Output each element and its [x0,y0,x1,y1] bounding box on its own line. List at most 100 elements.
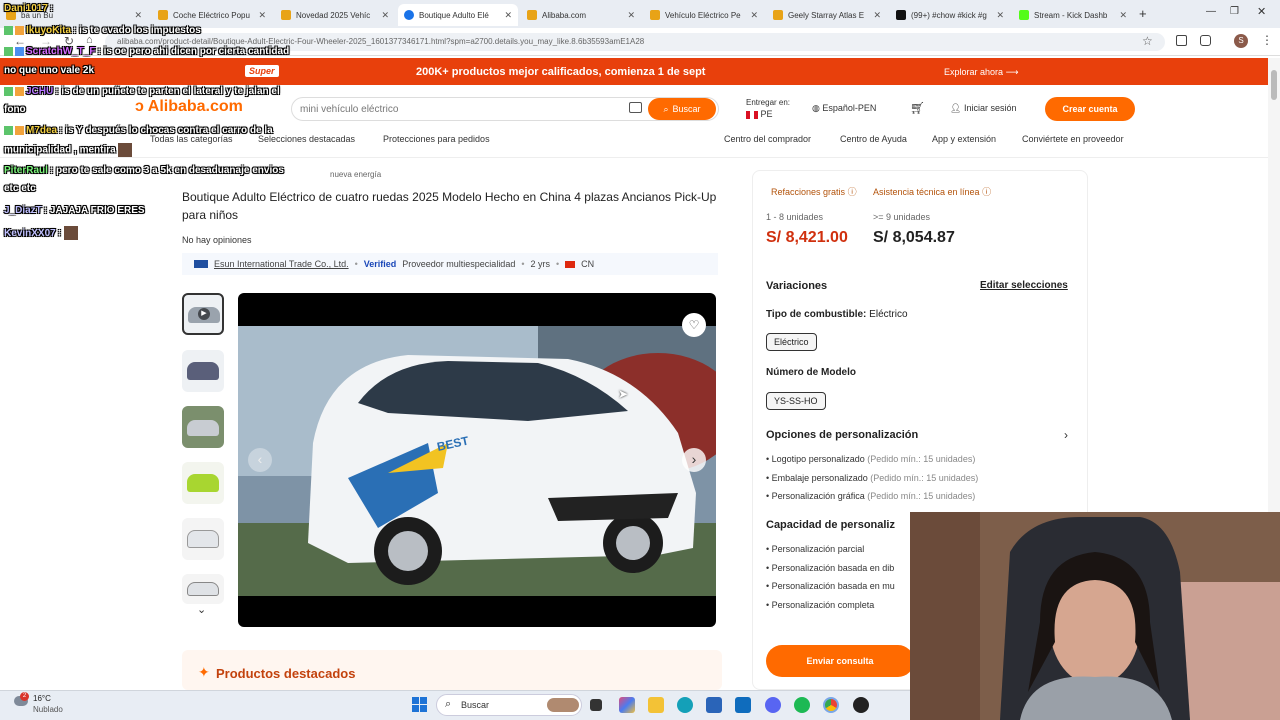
close-icon[interactable]: ✕ [134,10,142,21]
explore-now-link[interactable]: Explorar ahora ⟶ [944,67,1018,78]
close-icon[interactable]: ✕ [1119,10,1127,21]
edit-selections-link[interactable]: Editar selecciones [980,280,1068,291]
webcam-overlay [910,512,1280,720]
custom-item: • Logotipo personalizado (Pedido mín.: 1… [766,454,976,464]
browser-tab[interactable]: Stream - Kick Dashb ✕ [1013,4,1133,26]
badge-icon [15,125,24,135]
browser-tab[interactable]: (99+) #chow #kick #g ✕ [890,4,1010,26]
search-button[interactable]: ⌕ Buscar [648,98,716,120]
discord-icon[interactable] [765,697,781,713]
fuel-type-chip[interactable]: Eléctrico [766,333,817,351]
capacity-item-label: Personalización completa [771,600,875,610]
close-icon[interactable]: ✕ [504,10,512,21]
custom-item-note: (Pedido mín.: 15 unidades) [870,473,979,483]
fuel-type-label: Tipo de combustible: [766,309,867,320]
task-view-icon[interactable] [590,699,602,711]
product-title: Boutique Adulto Eléctrico de cuatro rued… [182,190,717,222]
nav-protections[interactable]: Protecciones para pedidos [383,134,490,144]
chevron-left-icon[interactable]: ‹ [248,448,272,472]
file-explorer-icon[interactable] [648,697,664,713]
edge-icon[interactable] [677,697,693,713]
product-thumbnail[interactable] [182,518,224,560]
chevron-right-icon[interactable]: › [682,448,706,472]
page-scrollbar[interactable] [1268,58,1280,512]
kebab-menu-icon[interactable]: ⋮ [1261,33,1273,47]
close-icon[interactable]: ✕ [750,10,758,21]
chat-text: etc etc [4,183,36,194]
chevron-right-icon[interactable]: › [1064,428,1068,442]
product-thumbnail-video[interactable]: ▶ [182,293,224,335]
profile-avatar[interactable]: S [1234,34,1248,48]
customization-title[interactable]: Opciones de personalización [766,429,918,441]
browser-tab[interactable]: Geely Starray Atlas E ✕ [767,4,887,26]
promo-banner[interactable]: Super 200K+ productos mejor calificados,… [0,58,1268,85]
outlook-icon[interactable] [735,697,751,713]
supplier-bar[interactable]: Esun International Trade Co., Ltd. • Ver… [182,253,718,275]
free-spare-parts[interactable]: Refacciones gratis ⓘ [771,185,857,198]
language-selector[interactable]: ◍ Español-PEN [812,103,876,114]
product-thumbnail[interactable] [182,350,224,392]
online-tech-support[interactable]: Asistencia técnica en línea ⓘ [873,185,991,198]
close-icon[interactable]: ✕ [381,10,389,21]
product-main-image[interactable]: BEST ♡ ‹ › ➤ [238,293,716,627]
deliver-country[interactable]: PE [746,109,773,119]
chevron-down-icon[interactable]: ⌄ [197,603,206,616]
webcam-image [910,512,1280,720]
close-icon[interactable]: ✕ [258,10,266,21]
obs-icon[interactable] [853,697,869,713]
minimize-icon[interactable]: — [1206,6,1216,17]
nav-become-supplier[interactable]: Conviértete en proveedor [1022,134,1124,144]
model-number-chip[interactable]: YS-SS-HO [766,392,826,410]
spotify-icon[interactable] [794,697,810,713]
browser-tab[interactable]: Vehículo Eléctrico Pe ✕ [644,4,764,26]
copilot-icon[interactable] [619,697,635,713]
camera-icon[interactable] [629,102,642,113]
close-window-icon[interactable]: ✕ [1257,5,1266,18]
favorite-heart-icon[interactable]: ♡ [682,313,706,337]
browser-tab-active[interactable]: Boutique Adulto Elé ✕ [398,4,518,26]
alibaba-logo[interactable]: ↄ Alibaba.com [135,98,243,116]
tier1-quantity: 1 - 8 unidades [766,212,824,222]
extension-icon[interactable] [1176,35,1187,46]
separator-dot: • [354,259,358,269]
header-divider [0,157,1268,158]
nav-app-extension[interactable]: App y extensión [932,134,996,144]
register-button[interactable]: Crear cuenta [1045,97,1135,121]
custom-item: • Personalización gráfica (Pedido mín.: … [766,491,976,501]
send-inquiry-button[interactable]: Enviar consulta [766,645,914,677]
chat-text: : [49,3,54,14]
scrollbar-thumb[interactable] [1271,70,1277,100]
separator-dot: • [556,259,560,269]
tech-support-label: Asistencia técnica en línea [873,187,980,197]
tier2-quantity: >= 9 unidades [873,212,931,222]
cart-icon[interactable]: 🛒︎ [910,101,925,115]
close-icon[interactable]: ✕ [627,10,635,21]
browser-tab[interactable]: Novedad 2025 Vehíc ✕ [275,4,395,26]
nav-buyer-center[interactable]: Centro del comprador [724,134,811,144]
maximize-icon[interactable]: ❐ [1230,6,1239,17]
nav-help-center[interactable]: Centro de Ayuda [840,134,907,144]
taskbar-search[interactable]: ⌕ Buscar [436,694,582,716]
car-photo: BEST [238,326,716,596]
product-thumbnail[interactable] [182,462,224,504]
puzzle-icon[interactable] [1200,35,1211,46]
windows-start-icon[interactable] [412,697,427,712]
featured-title: Productos destacados [216,666,356,681]
browser-tab[interactable]: Coche Eléctrico Popu ✕ [152,4,272,26]
supplier-name[interactable]: Esun International Trade Co., Ltd. [214,259,349,269]
browser-tab[interactable]: Alibaba.com ✕ [521,4,641,26]
product-thumbnail[interactable] [182,406,224,448]
bookmark-star-icon[interactable]: ☆ [1142,34,1153,48]
arrow-right-icon: ⟶ [1005,67,1019,77]
close-icon[interactable]: ✕ [996,10,1004,21]
chrome-icon[interactable] [823,697,839,713]
login-link[interactable]: 👤︎ Iniciar sesión [950,103,1016,114]
product-thumbnail[interactable] [182,574,224,604]
store-icon[interactable] [706,697,722,713]
breadcrumb[interactable]: nueva energía [330,170,381,179]
logo-text: Alibaba.com [147,98,243,115]
close-icon[interactable]: ✕ [873,10,881,21]
reviews-label[interactable]: No hay opiniones [182,235,252,245]
new-tab-button[interactable]: + [1139,6,1147,21]
tab-favicon-icon [773,10,783,20]
